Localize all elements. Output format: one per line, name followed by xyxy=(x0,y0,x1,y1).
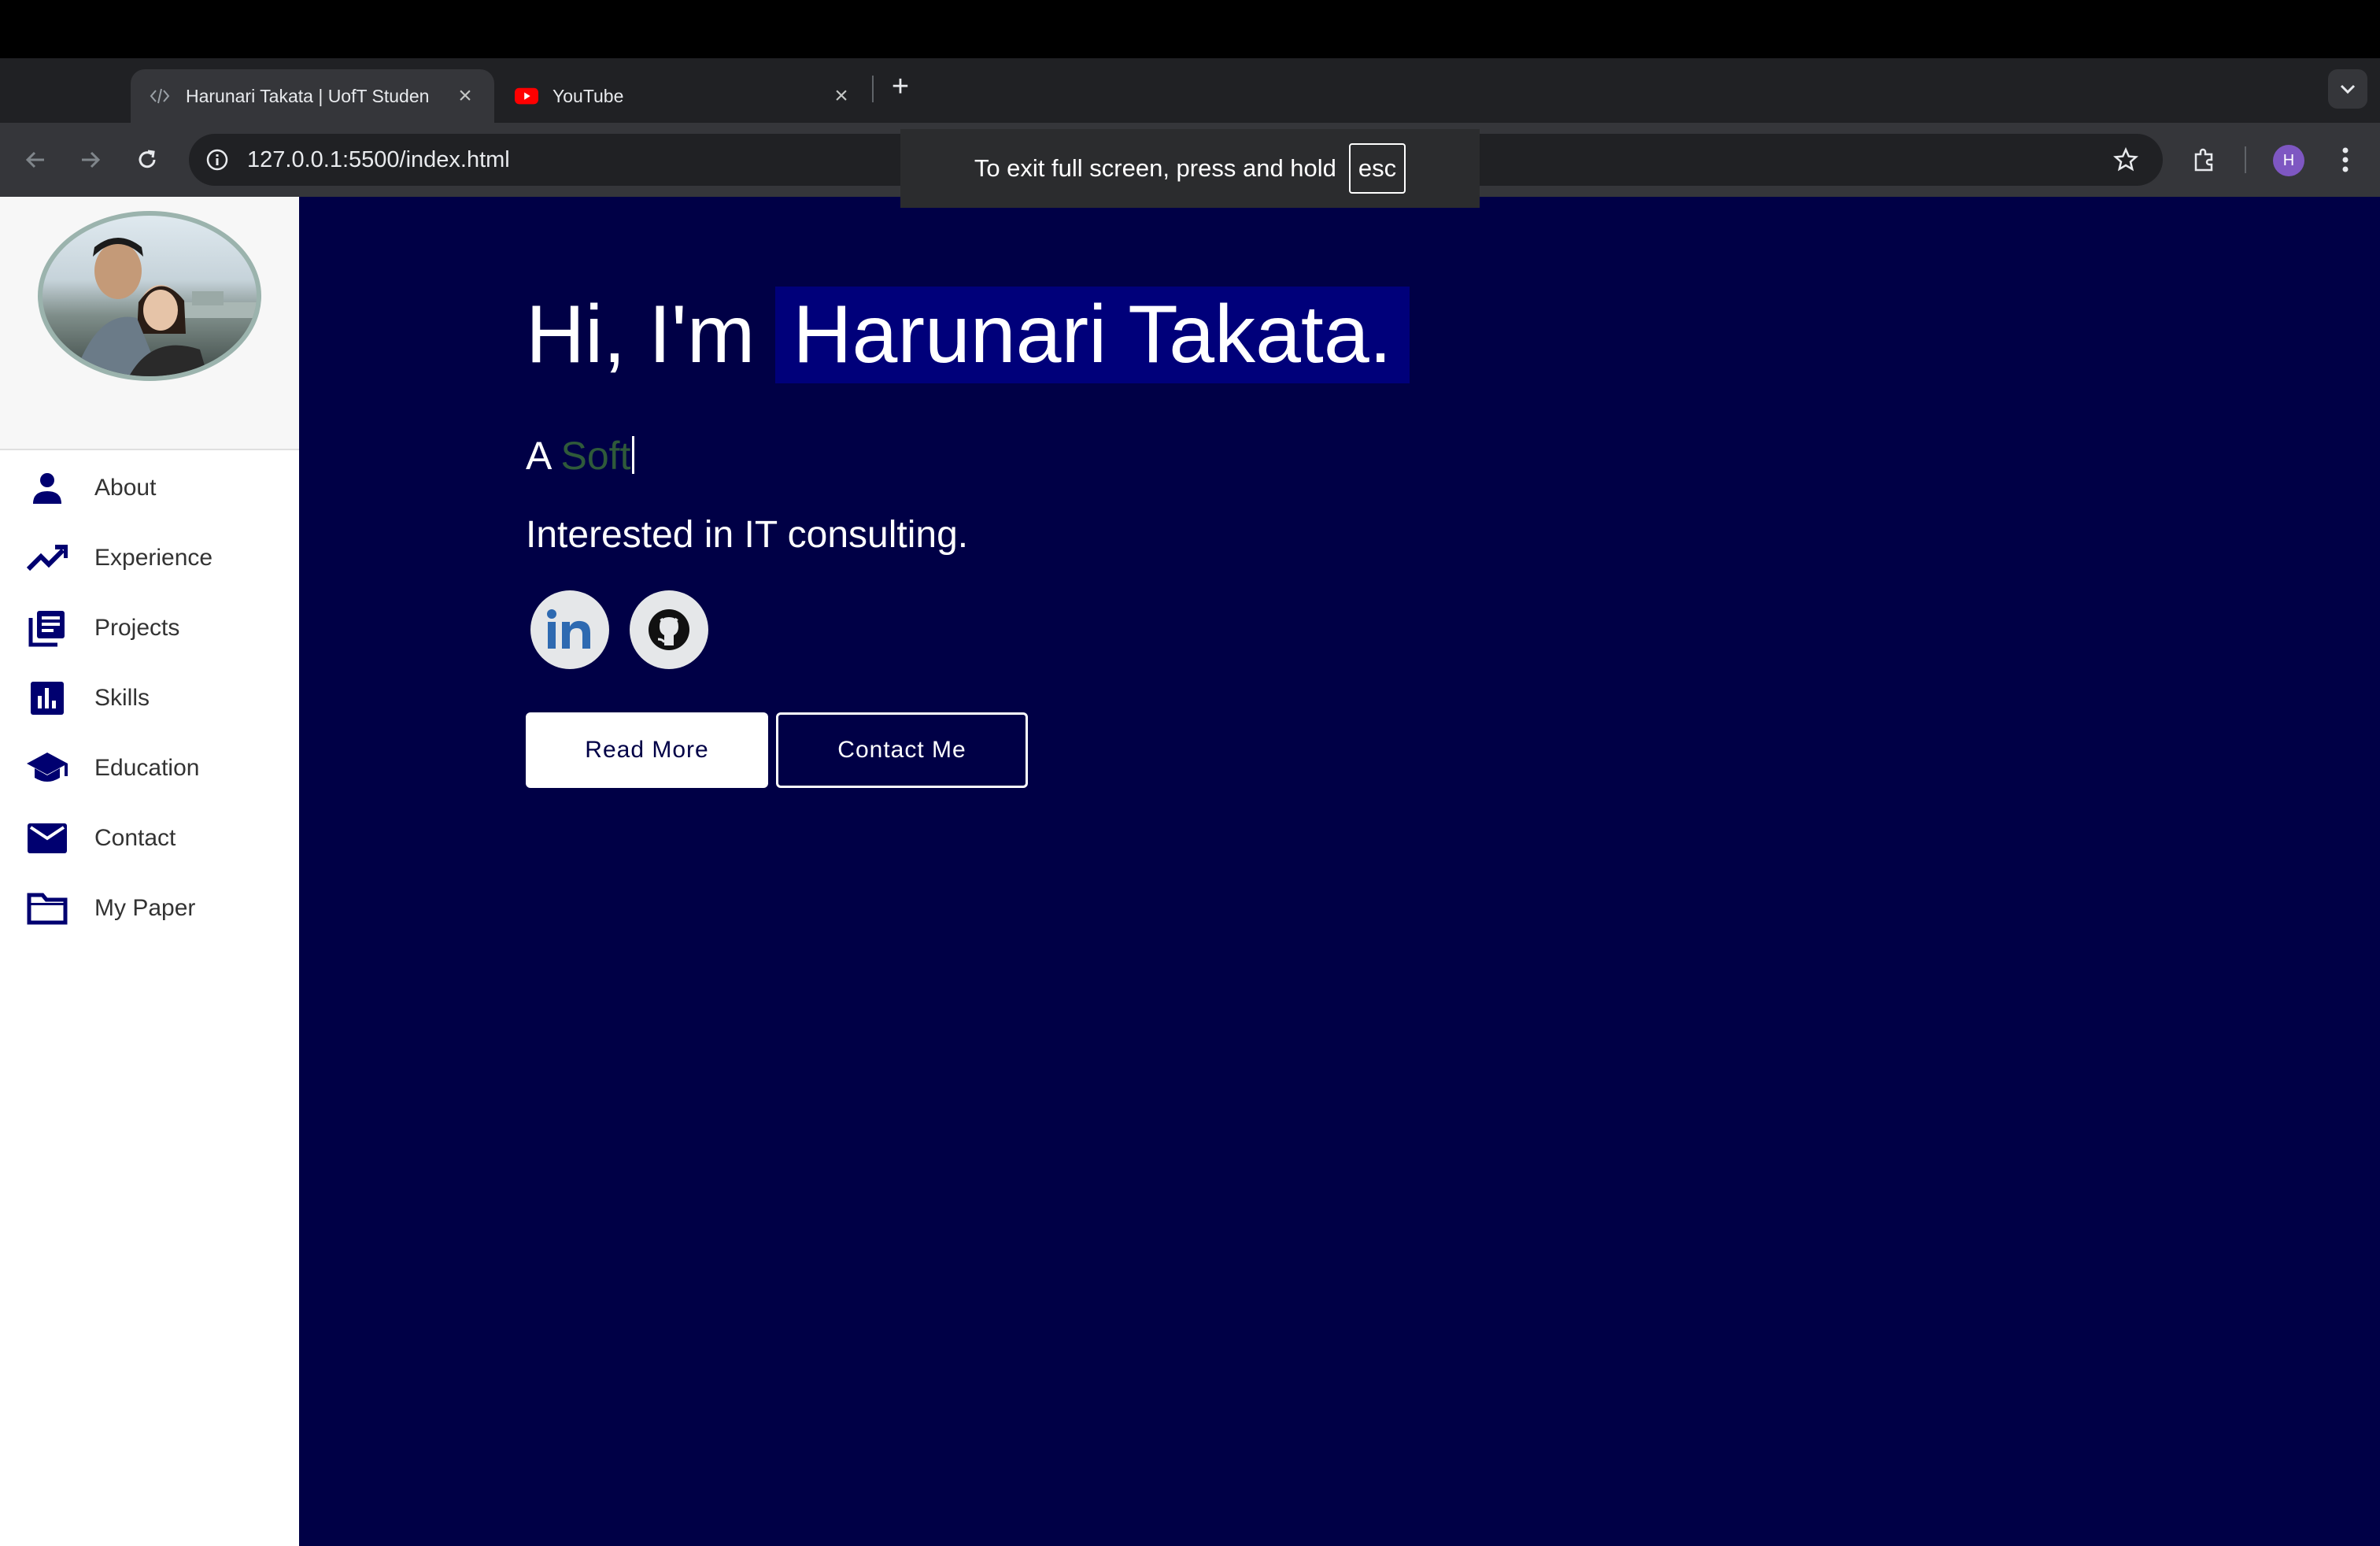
star-icon xyxy=(2113,147,2138,172)
sidebar-item-contact[interactable]: Contact xyxy=(0,803,299,873)
tab-strip: Harunari Takata | UofT Studen × YouTube … xyxy=(0,58,2380,123)
read-more-button[interactable]: Read More xyxy=(526,712,768,788)
folder-icon xyxy=(24,885,71,932)
info-icon[interactable] xyxy=(201,144,233,176)
sidebar: About Experience Projects Skills Educati… xyxy=(0,197,299,1546)
url-text[interactable]: 127.0.0.1:5500/index.html xyxy=(247,147,510,173)
hero-headline: Hi, I'm Harunari Takata. xyxy=(526,287,1410,383)
fullscreen-notice: To exit full screen, press and hold esc xyxy=(900,129,1480,208)
sidebar-item-my-paper[interactable]: My Paper xyxy=(0,873,299,943)
tab-title: YouTube xyxy=(552,85,624,106)
chevron-down-icon xyxy=(2340,84,2356,94)
reload-button[interactable] xyxy=(128,140,167,179)
linkedin-icon xyxy=(547,609,590,649)
tab-search-button[interactable] xyxy=(2328,69,2367,109)
sidebar-item-label: My Paper xyxy=(94,894,196,921)
typed-word: Soft xyxy=(560,434,631,478)
sidebar-item-label: Contact xyxy=(94,824,176,851)
avatar-container xyxy=(0,197,299,450)
mail-icon xyxy=(24,815,71,862)
sidebar-item-projects[interactable]: Projects xyxy=(0,593,299,663)
youtube-icon xyxy=(515,84,538,108)
avatar[interactable] xyxy=(38,211,261,381)
github-icon xyxy=(649,609,689,650)
arrow-left-icon xyxy=(25,151,44,168)
contact-me-button[interactable]: Contact Me xyxy=(776,712,1028,788)
sidebar-nav: About Experience Projects Skills Educati… xyxy=(0,453,299,943)
sidebar-item-label: About xyxy=(94,474,157,501)
typed-role: A Soft xyxy=(526,433,635,479)
article-icon xyxy=(24,605,71,652)
sidebar-item-label: Experience xyxy=(94,544,213,571)
esc-key-badge: esc xyxy=(1348,143,1406,194)
sidebar-item-about[interactable]: About xyxy=(0,453,299,523)
bookmark-star-button[interactable] xyxy=(2106,140,2145,179)
person-icon xyxy=(24,464,71,512)
sidebar-item-skills[interactable]: Skills xyxy=(0,663,299,733)
graduation-cap-icon xyxy=(24,745,71,792)
toolbar-separator xyxy=(2245,146,2246,173)
bar-chart-icon xyxy=(24,675,71,722)
sidebar-item-label: Skills xyxy=(94,684,150,711)
tab-portfolio[interactable]: Harunari Takata | UofT Studen × xyxy=(131,69,494,123)
profile-avatar[interactable]: H xyxy=(2273,145,2304,176)
close-icon[interactable]: × xyxy=(453,83,477,109)
top-bar xyxy=(0,0,2380,58)
arrow-right-icon xyxy=(82,151,101,168)
fullscreen-notice-text: To exit full screen, press and hold xyxy=(974,154,1336,182)
kebab-menu-icon xyxy=(2342,147,2349,172)
sidebar-item-education[interactable]: Education xyxy=(0,733,299,803)
forward-button[interactable] xyxy=(71,140,110,179)
linkedin-link[interactable] xyxy=(530,590,609,669)
reload-icon xyxy=(139,150,156,168)
github-link[interactable] xyxy=(630,590,708,669)
close-icon[interactable]: × xyxy=(830,83,853,109)
trending-up-icon xyxy=(24,534,71,582)
name-highlight: Harunari Takata. xyxy=(775,287,1410,383)
puzzle-icon xyxy=(2194,148,2213,172)
profile-photo xyxy=(74,238,257,376)
greeting-text: Hi, I'm xyxy=(526,289,756,380)
typing-cursor xyxy=(632,436,635,474)
tab-title: Harunari Takata | UofT Studen xyxy=(186,85,430,106)
code-icon xyxy=(148,84,172,108)
typed-prefix: A xyxy=(526,434,550,478)
new-tab-button[interactable]: + xyxy=(885,71,916,102)
back-button[interactable] xyxy=(16,140,55,179)
more-menu-button[interactable] xyxy=(2330,140,2361,179)
sidebar-item-label: Education xyxy=(94,754,200,781)
interest-text: Interested in IT consulting. xyxy=(526,514,969,556)
sidebar-item-label: Projects xyxy=(94,614,180,641)
hero-section: Hi, I'm Harunari Takata. A Soft Interest… xyxy=(299,197,2380,1546)
tab-separator xyxy=(872,76,874,102)
extensions-button[interactable] xyxy=(2185,140,2224,179)
sidebar-item-experience[interactable]: Experience xyxy=(0,523,299,593)
tab-youtube[interactable]: YouTube × xyxy=(497,69,870,123)
